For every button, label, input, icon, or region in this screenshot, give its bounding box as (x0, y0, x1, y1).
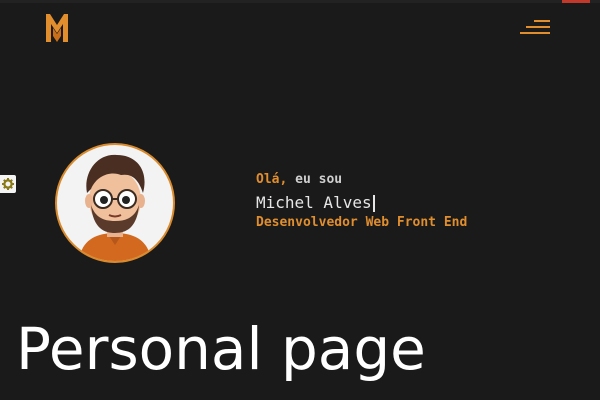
hero-intro: Olá, eu sou Michel Alves Desenvolvedor W… (256, 172, 467, 231)
greeting-rest: eu sou (287, 172, 343, 187)
hero-role: Desenvolvedor Web Front End (256, 215, 468, 230)
window-top-edge (0, 0, 600, 3)
hero-name: Michel Alves (256, 193, 372, 212)
window-control-close[interactable] (562, 0, 590, 3)
gear-icon (2, 175, 14, 194)
hamburger-menu-icon[interactable] (520, 18, 552, 38)
typing-cursor (372, 194, 375, 212)
hero-name-line: Michel Alves (256, 193, 467, 213)
caption-text: Personal page (16, 315, 426, 383)
settings-gear-button[interactable] (0, 175, 16, 193)
greeting-line: Olá, eu sou (256, 172, 467, 188)
mm-logo-icon[interactable] (44, 12, 70, 44)
avatar (55, 143, 175, 263)
greeting-ola: Olá, (256, 172, 288, 187)
